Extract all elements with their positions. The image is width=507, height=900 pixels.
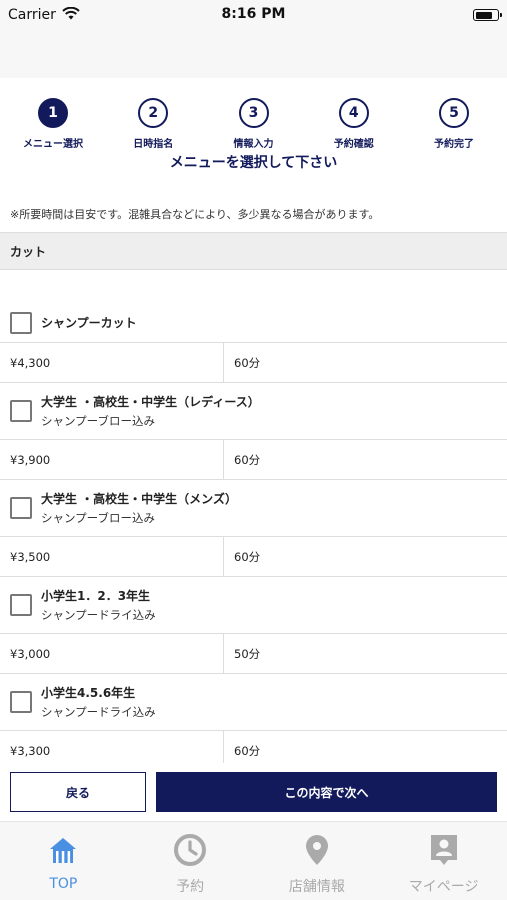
next-button[interactable]: この内容で次へ xyxy=(156,772,497,812)
progress-steps: 1 メニュー選択 2 日時指名 3 情報入力 4 予約確認 5 予約完了 xyxy=(0,78,507,154)
home-icon xyxy=(45,832,81,868)
step-confirm: 4 予約確認 xyxy=(309,98,399,154)
step-label: 情報入力 xyxy=(233,139,274,150)
step-number: 3 xyxy=(238,98,269,128)
menu-name: 小学生4.5.6年生 xyxy=(41,686,136,700)
menu-name: 大学生 ・高校生・中学生（レディース） xyxy=(41,395,260,409)
menu-checkbox[interactable] xyxy=(10,400,32,422)
menu-description: シャンプーブロー込み xyxy=(41,511,155,525)
tab-label: マイページ xyxy=(408,879,479,895)
menu-duration: 50分 xyxy=(234,646,261,661)
menu-info-row: ¥3,000 50分 xyxy=(0,634,507,674)
step-info-input: 3 情報入力 xyxy=(209,98,299,154)
menu-duration: 60分 xyxy=(234,549,261,564)
menu-description: シャンプードライ込み xyxy=(41,608,156,622)
menu-price: ¥3,500 xyxy=(0,537,224,576)
menu-name: シャンプーカット xyxy=(41,316,137,330)
menu-name: 大学生 ・高校生・中学生（メンズ） xyxy=(41,492,237,506)
section-header-cut: カット xyxy=(0,232,507,270)
clock-icon xyxy=(172,832,208,868)
menu-item[interactable]: 小学生1．2．3年生 シャンプードライ込み xyxy=(0,577,507,634)
menu-info-row: ¥3,900 60分 xyxy=(0,440,507,480)
action-bar: 戻る この内容で次へ xyxy=(0,763,507,821)
carrier-label: Carrier xyxy=(8,7,56,23)
step-datetime: 2 日時指名 xyxy=(108,98,198,154)
step-label: メニュー選択 xyxy=(23,139,83,150)
menu-item[interactable]: 大学生 ・高校生・中学生（レディース） シャンプーブロー込み xyxy=(0,383,507,440)
menu-price: ¥3,000 xyxy=(0,634,224,673)
tab-top[interactable]: TOP xyxy=(0,822,127,900)
menu-checkbox[interactable] xyxy=(10,594,32,616)
menu-price: ¥4,300 xyxy=(0,343,224,382)
page-title: メニューを選択して下さい xyxy=(169,155,338,171)
tab-bar: TOP 予約 店舗情報 マイページ xyxy=(0,821,507,900)
step-complete: 5 予約完了 xyxy=(409,98,499,154)
step-label: 予約完了 xyxy=(434,139,474,150)
menu-list: シャンプーカット ¥4,300 60分 大学生 ・高校生・中学生（レディース） … xyxy=(0,303,507,771)
menu-name: 小学生1．2．3年生 xyxy=(41,589,151,603)
duration-notice: ※所要時間は目安です。混雑具合などにより、多少異なる場合があります。 xyxy=(10,208,380,221)
menu-item[interactable]: 大学生 ・高校生・中学生（メンズ） シャンプーブロー込み xyxy=(0,480,507,537)
step-menu-select: 1 メニュー選択 xyxy=(8,98,98,154)
step-number: 4 xyxy=(338,98,369,128)
wifi-icon xyxy=(62,6,80,24)
menu-price: ¥3,900 xyxy=(0,440,224,479)
step-number: 5 xyxy=(439,98,469,128)
menu-duration: 60分 xyxy=(234,452,261,467)
navigation-bar xyxy=(0,30,507,78)
step-number: 1 xyxy=(38,98,68,128)
tab-reservation[interactable]: 予約 xyxy=(127,822,254,900)
step-label: 日時指名 xyxy=(133,139,174,150)
menu-item[interactable]: 小学生4.5.6年生 シャンプードライ込み xyxy=(0,674,507,731)
back-button[interactable]: 戻る xyxy=(10,772,146,812)
battery-icon xyxy=(473,9,502,21)
tab-label: 店舗情報 xyxy=(288,879,345,895)
menu-checkbox[interactable] xyxy=(10,691,32,713)
step-number: 2 xyxy=(138,98,169,128)
status-bar: Carrier 8:16 PM xyxy=(0,0,507,30)
menu-item[interactable]: シャンプーカット xyxy=(0,303,507,343)
tab-label: TOP xyxy=(49,876,78,892)
id-card-icon xyxy=(426,832,462,868)
menu-checkbox[interactable] xyxy=(10,497,32,519)
menu-duration: 60分 xyxy=(234,355,261,370)
step-label: 予約確認 xyxy=(333,139,374,150)
menu-description: シャンプードライ込み xyxy=(41,705,156,719)
map-pin-icon xyxy=(299,832,335,868)
tab-label: 予約 xyxy=(176,879,205,895)
menu-info-row: ¥4,300 60分 xyxy=(0,343,507,383)
menu-description: シャンプーブロー込み xyxy=(41,414,155,428)
section-title: カット xyxy=(10,244,47,259)
menu-checkbox[interactable] xyxy=(10,311,32,334)
tab-mypage[interactable]: マイページ xyxy=(380,822,507,900)
menu-info-row: ¥3,500 60分 xyxy=(0,537,507,577)
tab-store-info[interactable]: 店舗情報 xyxy=(254,822,381,900)
